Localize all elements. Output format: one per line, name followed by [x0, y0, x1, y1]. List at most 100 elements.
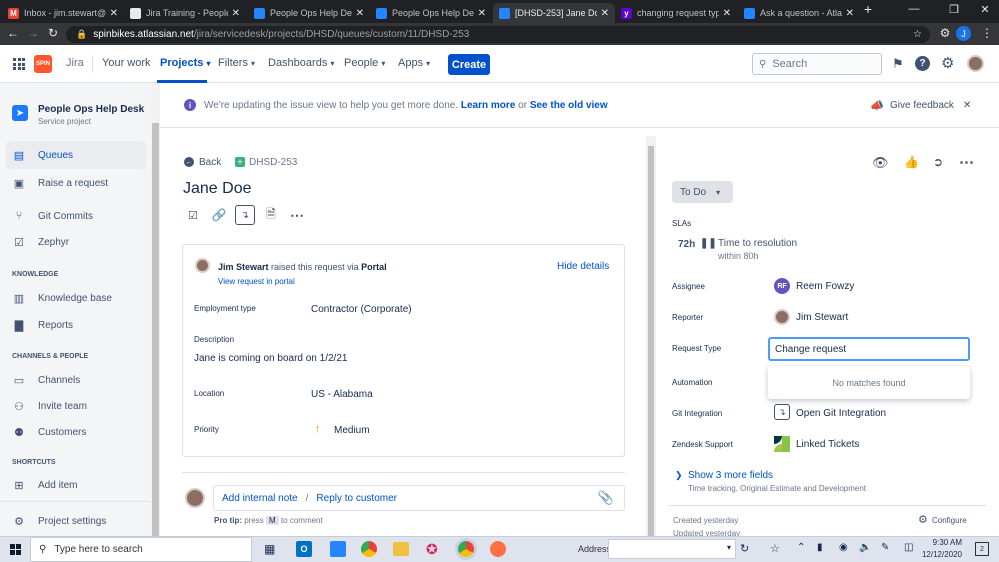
app-icon[interactable]: [490, 541, 506, 557]
main-scrollbar[interactable]: [646, 136, 656, 536]
file-explorer-icon[interactable]: [393, 542, 409, 556]
show-more-fields-button[interactable]: Show 3 more fields: [688, 470, 773, 481]
chrome-icon[interactable]: [361, 541, 377, 557]
forward-arrow-icon[interactable]: →: [24, 26, 42, 40]
search-input[interactable]: ⚲ Search: [752, 53, 882, 75]
browser-tab[interactable]: [DHSD-253] Jane Doe ✕: [493, 3, 615, 23]
minimize-icon[interactable]: —: [902, 3, 926, 15]
nav-people[interactable]: People ▾: [344, 57, 385, 69]
site-logo[interactable]: SPIN: [34, 55, 52, 73]
sidebar-scrollbar[interactable]: [151, 83, 160, 543]
issue-key-link[interactable]: DHSD-253: [249, 157, 297, 168]
sidebar-item-git-commits[interactable]: ⑂ Git Commits: [6, 202, 146, 230]
document-icon[interactable]: 🗎: [261, 205, 281, 225]
task-view-icon[interactable]: ▦: [264, 542, 275, 556]
tray-chevron-up-icon[interactable]: ⌃: [797, 542, 805, 553]
settings-gear-icon[interactable]: ⚙: [941, 54, 954, 72]
more-options-icon[interactable]: ⋯: [959, 153, 974, 171]
browser-tab[interactable]: People Ops Help Desk ✕: [370, 3, 492, 23]
assignee-value[interactable]: Reem Fowzy: [796, 281, 854, 292]
app-switcher-icon[interactable]: [13, 58, 25, 70]
linked-tickets-link[interactable]: Linked Tickets: [796, 439, 859, 450]
more-actions-icon[interactable]: ⋯: [287, 205, 307, 225]
refresh-icon[interactable]: ↻: [740, 542, 749, 555]
close-window-icon[interactable]: ✕: [973, 3, 997, 16]
taskbar-search-input[interactable]: ⚲ Type here to search: [30, 537, 252, 562]
sidebar-item-knowledge-base[interactable]: ▥ Knowledge base: [6, 284, 146, 312]
back-arrow-icon[interactable]: ←: [4, 26, 22, 40]
people-icon[interactable]: ☆: [770, 542, 780, 555]
add-internal-note-button[interactable]: Add internal note: [222, 493, 298, 504]
volume-icon[interactable]: 🔈: [859, 542, 871, 553]
git-integration-icon[interactable]: ↴: [235, 205, 255, 225]
notifications-icon[interactable]: ⚑: [892, 56, 904, 72]
extensions-icon[interactable]: ⚙: [936, 26, 954, 40]
battery-icon[interactable]: ▮: [817, 542, 823, 553]
sidebar-item-add-item[interactable]: ⊞ Add item: [6, 471, 146, 499]
close-tab-icon[interactable]: ✕: [723, 8, 731, 19]
help-icon[interactable]: ?: [915, 56, 930, 71]
browser-tab[interactable]: M Inbox - jim.stewart@sp ✕: [2, 3, 124, 23]
nav-filters[interactable]: Filters ▾: [218, 57, 255, 69]
sidebar-item-reports[interactable]: ▇ Reports: [6, 311, 146, 339]
reporter-name[interactable]: Jim Stewart: [218, 262, 269, 272]
reporter-avatar[interactable]: [195, 258, 210, 273]
link-issue-icon[interactable]: 🔗: [209, 205, 229, 225]
git-integration-link[interactable]: Open Git Integration: [796, 408, 886, 419]
issue-title[interactable]: Jane Doe: [183, 180, 252, 198]
close-tab-icon[interactable]: ✕: [601, 8, 609, 19]
jira-app-icon[interactable]: [330, 541, 346, 557]
sidebar-item-raise-a-request[interactable]: ▣ Raise a request: [6, 169, 146, 197]
view-in-portal-link[interactable]: View request in portal: [218, 277, 295, 286]
sidebar-item-channels[interactable]: ▭ Channels: [6, 366, 146, 394]
learn-more-link[interactable]: Learn more: [461, 100, 515, 111]
nav-dashboards[interactable]: Dashboards ▾: [268, 57, 334, 69]
browser-tab[interactable]: Ask a question - Atlass ✕: [738, 3, 860, 23]
browser-tab[interactable]: y changing request type ✕: [615, 3, 737, 23]
add-subtask-icon[interactable]: ☑: [183, 205, 203, 225]
windows-start-icon[interactable]: [10, 544, 21, 555]
chrome-active-icon[interactable]: [458, 541, 474, 557]
close-tab-icon[interactable]: ✕: [110, 8, 118, 19]
nav-your-work[interactable]: Your work: [102, 57, 151, 69]
browser-tab[interactable]: People Ops Help Desk ✕: [248, 3, 370, 23]
close-tab-icon[interactable]: ✕: [232, 8, 240, 19]
back-link[interactable]: Back: [199, 157, 221, 168]
request-type-input[interactable]: Change request: [768, 337, 970, 361]
reply-to-customer-button[interactable]: Reply to customer: [316, 493, 397, 504]
nav-apps[interactable]: Apps ▾: [398, 57, 430, 69]
new-tab-button[interactable]: +: [856, 1, 880, 17]
browser-tab[interactable]: Jira Training - People C ✕: [124, 3, 246, 23]
status-dropdown[interactable]: To Do ▾: [672, 181, 733, 203]
slack-icon[interactable]: ✪: [426, 541, 438, 558]
sidebar-item-invite-team[interactable]: ⚇ Invite team: [6, 392, 146, 420]
sidebar-item-customers[interactable]: ⚉ Customers: [6, 418, 146, 446]
pen-icon[interactable]: ✎: [881, 542, 889, 553]
watch-eye-icon[interactable]: 👁: [872, 155, 889, 171]
wifi-icon[interactable]: ◉: [839, 542, 848, 553]
back-arrow-icon[interactable]: ←: [184, 157, 194, 167]
close-tab-icon[interactable]: ✕: [356, 8, 364, 19]
restore-icon[interactable]: ❐: [942, 3, 966, 16]
reload-icon[interactable]: ↻: [44, 26, 62, 40]
main-scroll-thumb[interactable]: [648, 146, 654, 536]
project-name[interactable]: People Ops Help Desk: [38, 104, 144, 115]
comment-box[interactable]: Add internal note / Reply to customer 📎: [213, 485, 625, 511]
give-feedback-button[interactable]: Give feedback: [890, 100, 954, 111]
configure-gear-icon[interactable]: ⚙: [918, 513, 928, 526]
vote-thumbs-up-icon[interactable]: 👍: [904, 155, 919, 169]
share-icon[interactable]: ➲: [933, 155, 943, 169]
browser-menu-icon[interactable]: ⋮: [978, 26, 996, 40]
close-tab-icon[interactable]: ✕: [846, 8, 854, 19]
close-banner-icon[interactable]: ✕: [963, 100, 971, 111]
sidebar-scroll-thumb[interactable]: [152, 123, 159, 543]
sidebar-item-queues[interactable]: ▤ Queues: [6, 141, 146, 169]
network-icon[interactable]: ◫: [904, 542, 913, 553]
notification-center-icon[interactable]: 2: [975, 542, 989, 556]
close-tab-icon[interactable]: ✕: [478, 8, 486, 19]
url-bar[interactable]: 🔒 spinbikes.atlassian.net/jira/servicede…: [66, 26, 930, 43]
user-avatar[interactable]: [967, 55, 984, 72]
product-name[interactable]: Jira: [66, 57, 84, 69]
nav-projects[interactable]: Projects ▾: [160, 57, 211, 69]
project-avatar-icon[interactable]: ➤: [12, 105, 28, 121]
